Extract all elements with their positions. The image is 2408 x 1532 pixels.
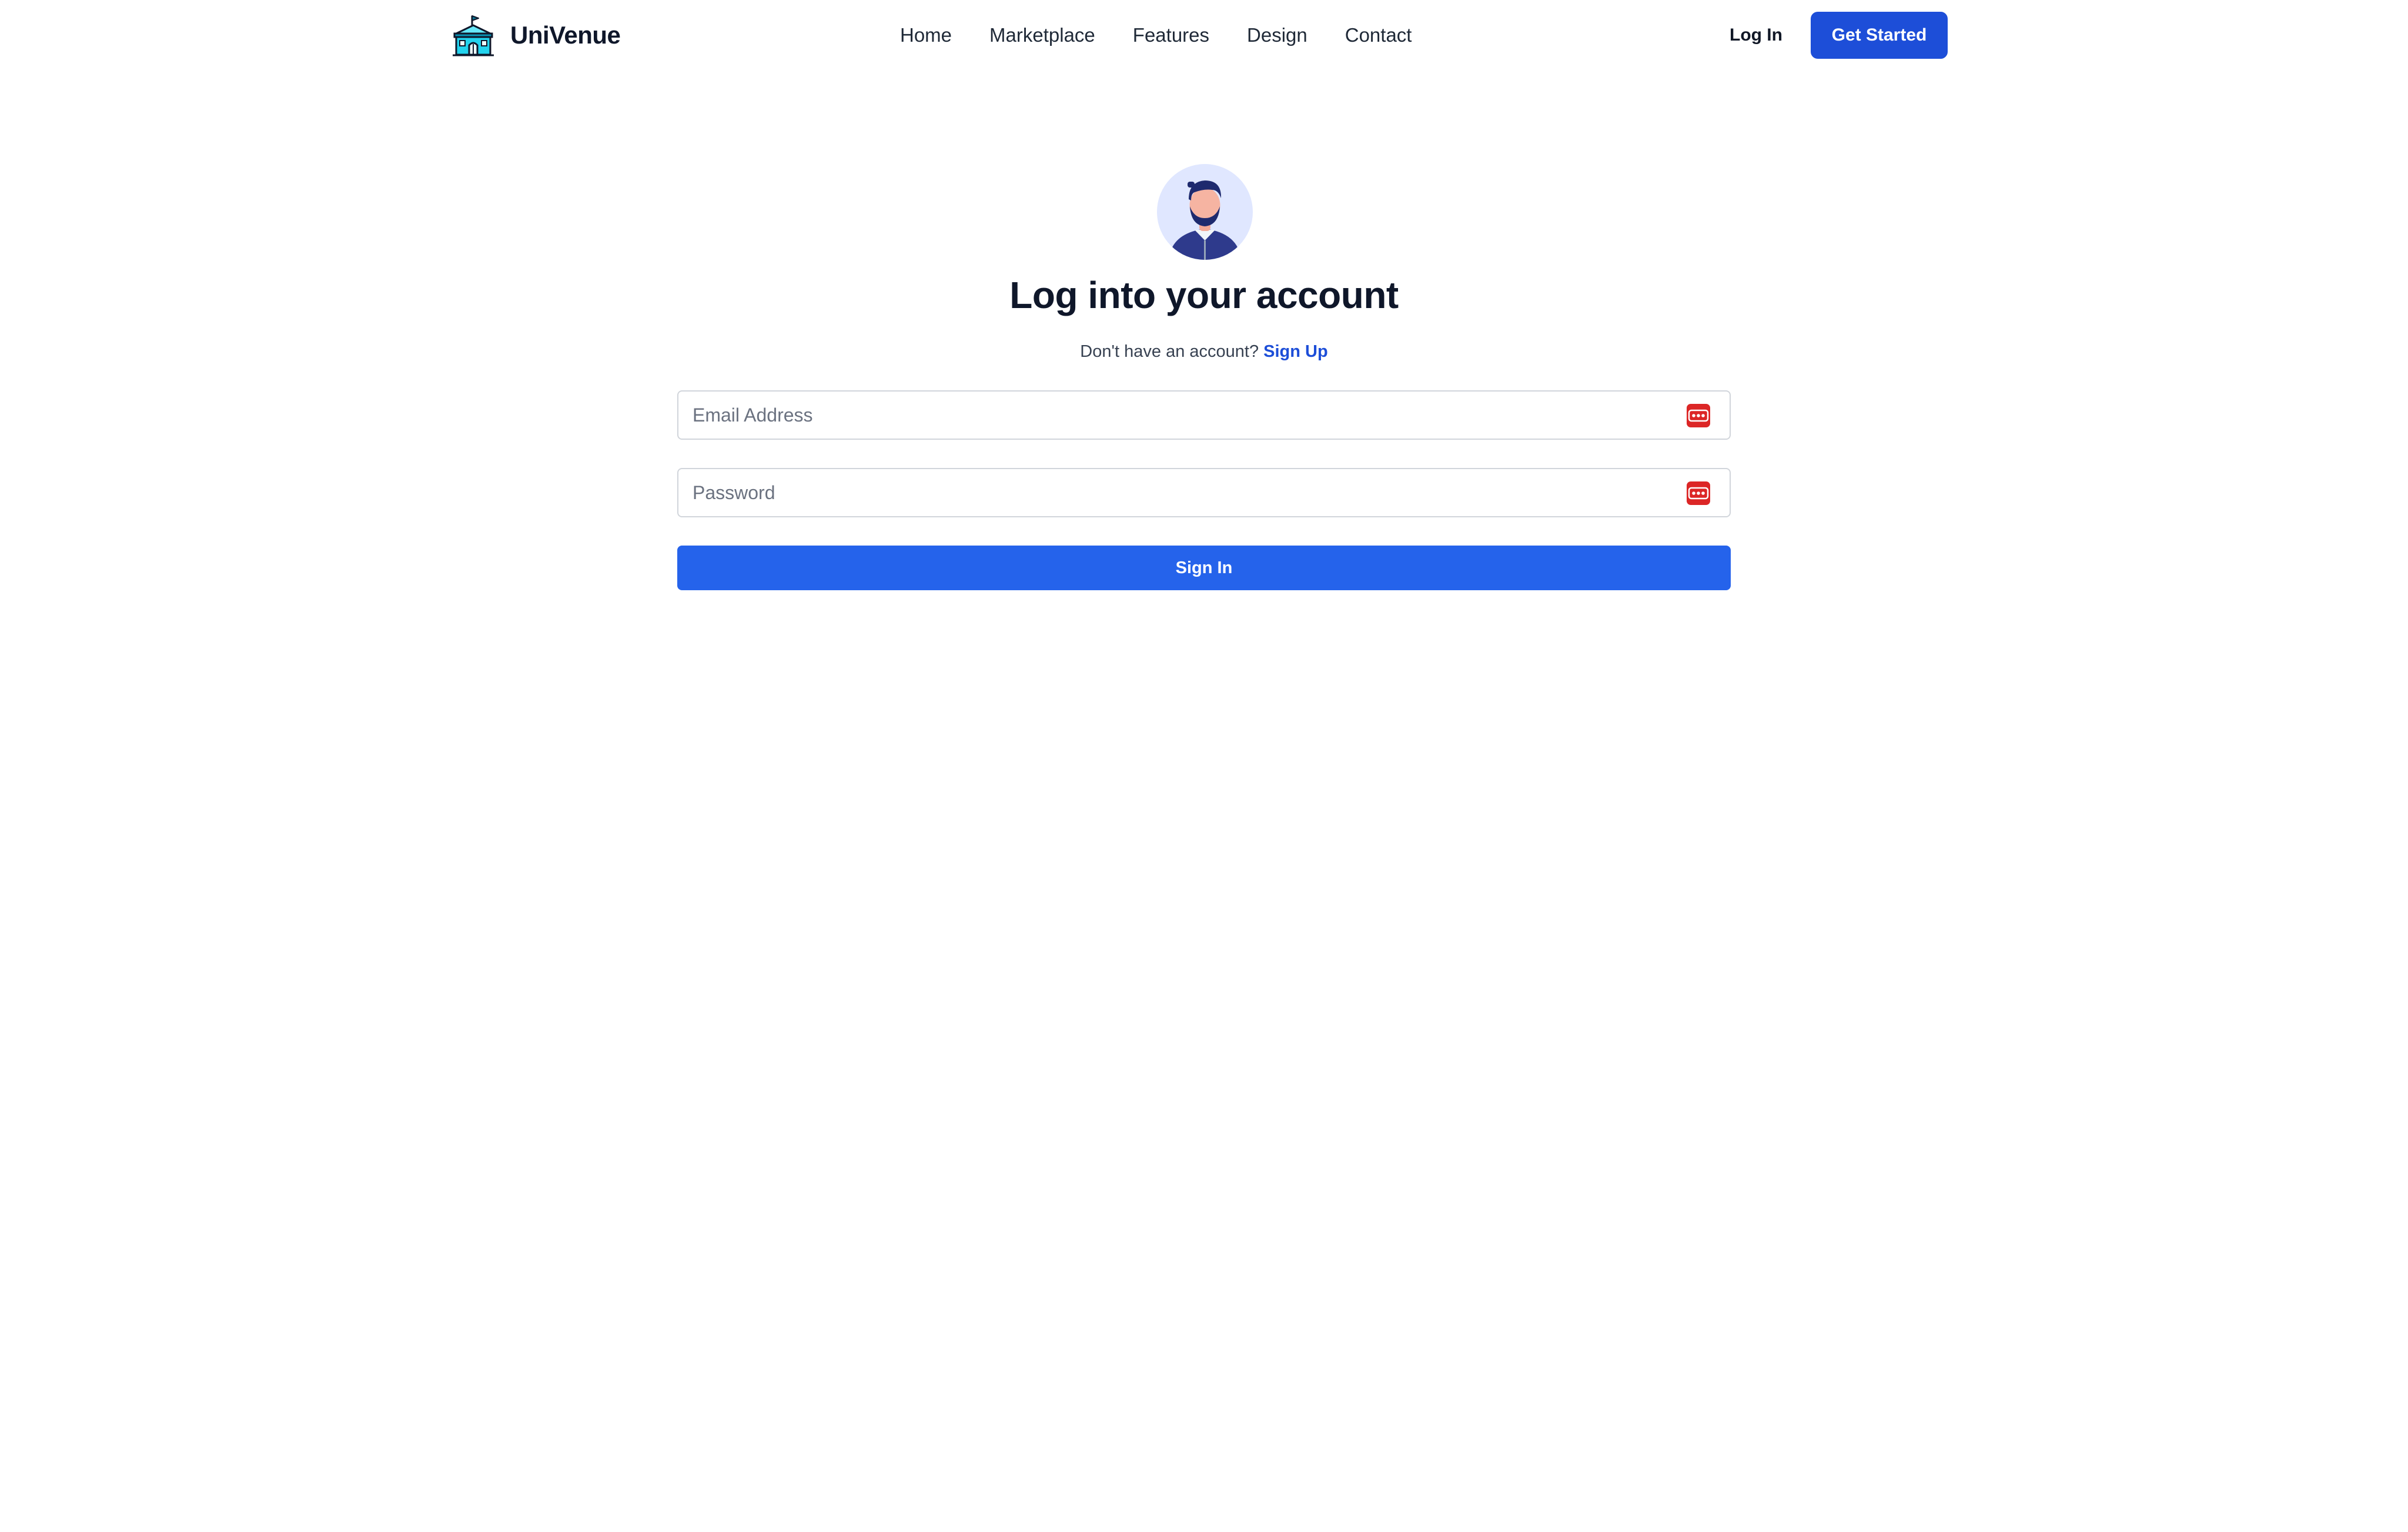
- get-started-button[interactable]: Get Started: [1811, 12, 1948, 59]
- header-login-link[interactable]: Log In: [1730, 18, 1782, 53]
- brand-name: UniVenue: [510, 21, 621, 49]
- nav-link-features[interactable]: Features: [1133, 24, 1209, 46]
- password-manager-icon[interactable]: [1686, 403, 1711, 428]
- sign-in-button[interactable]: Sign In: [677, 546, 1731, 590]
- signup-prompt-text: Don't have an account?: [1080, 342, 1259, 361]
- brand-home-link[interactable]: UniVenue: [453, 13, 621, 58]
- page-title: Log into your account: [1009, 274, 1399, 316]
- signup-prompt: Don't have an account? Sign Up: [0, 340, 2408, 363]
- email-field[interactable]: [678, 392, 1730, 439]
- top-navbar: UniVenue Home Marketplace Features Desig…: [0, 0, 2408, 71]
- nav-link-marketplace[interactable]: Marketplace: [989, 24, 1095, 46]
- password-field-wrapper: [677, 468, 1731, 517]
- nav-link-design[interactable]: Design: [1247, 24, 1307, 46]
- nav-link-home[interactable]: Home: [900, 24, 952, 46]
- email-field-wrapper: [677, 390, 1731, 440]
- password-field[interactable]: [678, 469, 1730, 516]
- password-manager-icon[interactable]: [1686, 481, 1711, 506]
- signup-link[interactable]: Sign Up: [1263, 342, 1328, 361]
- main-nav: Home Marketplace Features Design Contact: [900, 18, 1412, 53]
- university-building-icon: [453, 14, 494, 57]
- user-avatar-illustration: [1157, 164, 1253, 260]
- nav-link-contact[interactable]: Contact: [1345, 24, 1412, 46]
